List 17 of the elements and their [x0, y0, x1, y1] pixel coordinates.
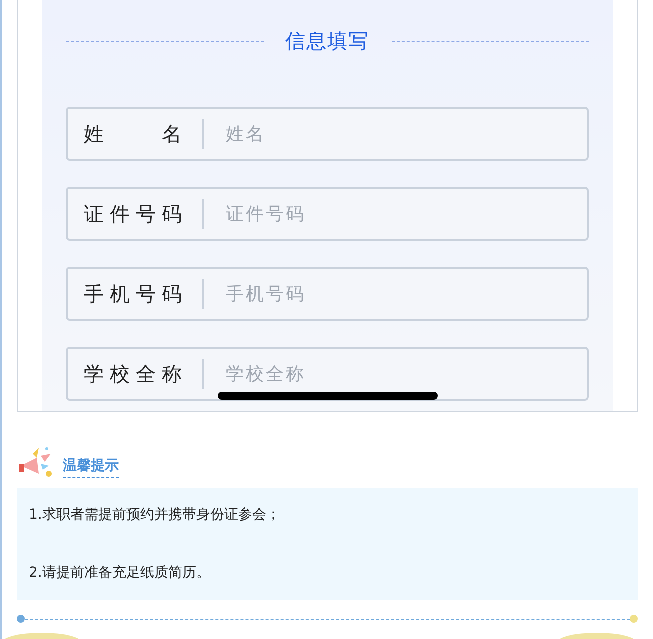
form-field[interactable]: 姓名 姓名	[66, 107, 589, 161]
input-field[interactable]: 学校全称	[224, 362, 571, 386]
dot-icon	[630, 615, 638, 623]
form-field[interactable]: 证件号码 证件号码	[66, 187, 589, 241]
tips-title: 温馨提示	[63, 457, 119, 478]
tip-text: 1.求职者需提前预约并携带身份证参会；	[29, 506, 282, 524]
input-field[interactable]: 证件号码	[224, 202, 571, 226]
form-field[interactable]: 手机号码 手机号码	[66, 267, 589, 321]
field-label: 证件号码	[84, 199, 204, 229]
field-label: 手机号码	[84, 279, 204, 309]
input-field[interactable]: 手机号码	[224, 282, 571, 306]
input-field[interactable]: 姓名	[224, 122, 571, 146]
field-label: 姓名	[84, 119, 204, 149]
form-field[interactable]: 学校全称 学校全称	[66, 347, 589, 401]
form-title: 信息填写	[286, 28, 370, 55]
tip-text: 2.请提前准备充足纸质简历。	[29, 564, 212, 582]
field-label: 学校全称	[84, 359, 204, 389]
